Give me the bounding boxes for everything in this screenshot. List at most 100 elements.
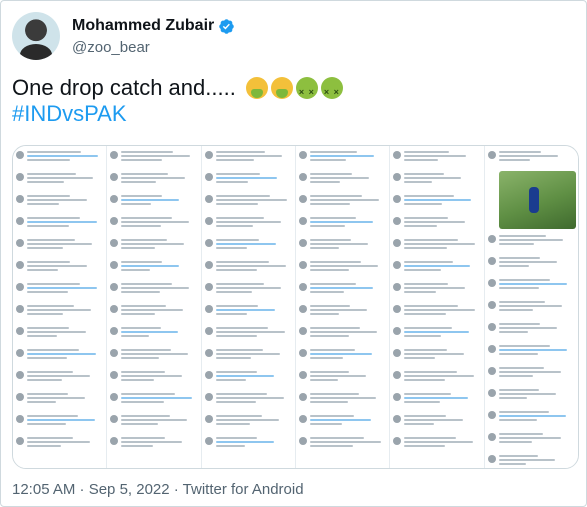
reply-text-lines [309, 281, 387, 299]
reply-snippet [487, 321, 576, 339]
reply-text-lines [309, 237, 387, 255]
reply-avatar-icon [204, 151, 213, 159]
reply-snippet [298, 325, 387, 343]
reply-snippet [110, 347, 198, 365]
cricket-photo-thumbnail [498, 171, 576, 229]
reply-text-lines [27, 391, 104, 409]
face-vomiting-icon [245, 77, 268, 99]
reply-snippet [16, 435, 104, 453]
reply-avatar-icon [393, 195, 402, 203]
reply-snippet [487, 255, 576, 273]
reply-text-lines [404, 149, 481, 167]
author-handle[interactable]: @zoo_bear [72, 39, 150, 56]
reply-snippet [16, 281, 104, 299]
reply-text-lines [309, 325, 387, 343]
reply-avatar-icon [393, 371, 402, 379]
reply-snippet [393, 193, 481, 211]
reply-snippet [487, 233, 576, 251]
reply-avatar-icon [487, 389, 496, 397]
reply-avatar-icon [393, 217, 402, 225]
tweet-media-image[interactable] [12, 145, 579, 469]
reply-avatar-icon [393, 393, 402, 401]
avatar[interactable] [12, 12, 60, 60]
reply-snippet [393, 259, 481, 277]
reply-avatar-icon [16, 151, 24, 159]
reply-snippet [204, 215, 293, 233]
reply-text-lines [404, 237, 481, 255]
reply-text-lines [498, 365, 576, 383]
reply-snippet [204, 193, 293, 211]
collage-column [390, 146, 485, 468]
reply-snippet [204, 303, 293, 321]
tweet-timestamp[interactable]: 12:05 AM · Sep 5, 2022 · Twitter for And… [12, 481, 304, 498]
reply-avatar-icon [110, 437, 119, 445]
reply-snippet [16, 215, 104, 233]
reply-avatar-icon [298, 349, 307, 357]
reply-text-lines [215, 325, 293, 343]
reply-snippet [487, 409, 576, 427]
reply-text-lines [121, 325, 198, 343]
reply-snippet [204, 281, 293, 299]
reply-avatar-icon [16, 217, 24, 225]
reply-snippet [298, 391, 387, 409]
reply-avatar-icon [393, 437, 402, 445]
reply-text-lines [498, 387, 576, 405]
reply-avatar-icon [16, 239, 24, 247]
reply-avatar-icon [298, 415, 307, 423]
reply-snippet [110, 281, 198, 299]
reply-avatar-icon [204, 415, 213, 423]
reply-text-lines [498, 149, 576, 167]
reply-snippet [204, 259, 293, 277]
reply-text-lines [27, 193, 104, 211]
reply-text-lines [27, 325, 104, 343]
reply-snippet [298, 435, 387, 453]
reply-snippet [298, 149, 387, 167]
reply-avatar-icon [16, 349, 24, 357]
reply-text-lines [309, 391, 387, 409]
reply-snippet [204, 413, 293, 431]
reply-snippet [393, 347, 481, 365]
reply-avatar-icon [204, 349, 213, 357]
collage-column [201, 146, 296, 468]
reply-avatar-icon [16, 305, 24, 313]
reply-avatar-icon [487, 455, 496, 463]
reply-avatar-icon [204, 437, 213, 445]
author-display-name[interactable]: Mohammed Zubair [72, 17, 214, 35]
hashtag-link[interactable]: #INDvsPAK [12, 101, 127, 127]
reply-snippet [393, 215, 481, 233]
reply-avatar-icon [16, 283, 24, 291]
reply-text-lines [121, 259, 198, 277]
reply-snippet [298, 237, 387, 255]
reply-snippet [298, 303, 387, 321]
reply-avatar-icon [204, 173, 213, 181]
reply-avatar-icon [393, 283, 402, 291]
reply-text-lines [121, 347, 198, 365]
reply-text-lines [309, 369, 387, 387]
reply-text-lines [121, 303, 198, 321]
reply-snippet [16, 149, 104, 167]
reply-snippet [204, 347, 293, 365]
reply-text-lines [27, 303, 104, 321]
reply-text-lines [309, 149, 387, 167]
tweet-card: Mohammed Zubair @zoo_bear One drop catch… [0, 0, 587, 507]
reply-text-lines [498, 277, 576, 295]
reply-text-lines [498, 431, 576, 449]
reply-text-lines [215, 149, 293, 167]
reply-text-lines [215, 171, 293, 189]
reply-snippet [110, 369, 198, 387]
reply-snippet [298, 413, 387, 431]
reply-snippet [204, 391, 293, 409]
nauseated-face-icon [295, 77, 318, 105]
reply-text-lines [404, 171, 481, 189]
collage-column [107, 146, 202, 468]
reply-avatar-icon [16, 173, 24, 181]
reply-avatar-icon [487, 411, 496, 419]
reply-text-lines [121, 281, 198, 299]
reply-snippet [110, 303, 198, 321]
reply-avatar-icon [204, 261, 213, 269]
reply-avatar-icon [16, 195, 24, 203]
reply-text-lines [215, 281, 293, 299]
reply-text-lines [215, 413, 293, 431]
reply-snippet [16, 193, 104, 211]
collage-column [484, 146, 578, 468]
